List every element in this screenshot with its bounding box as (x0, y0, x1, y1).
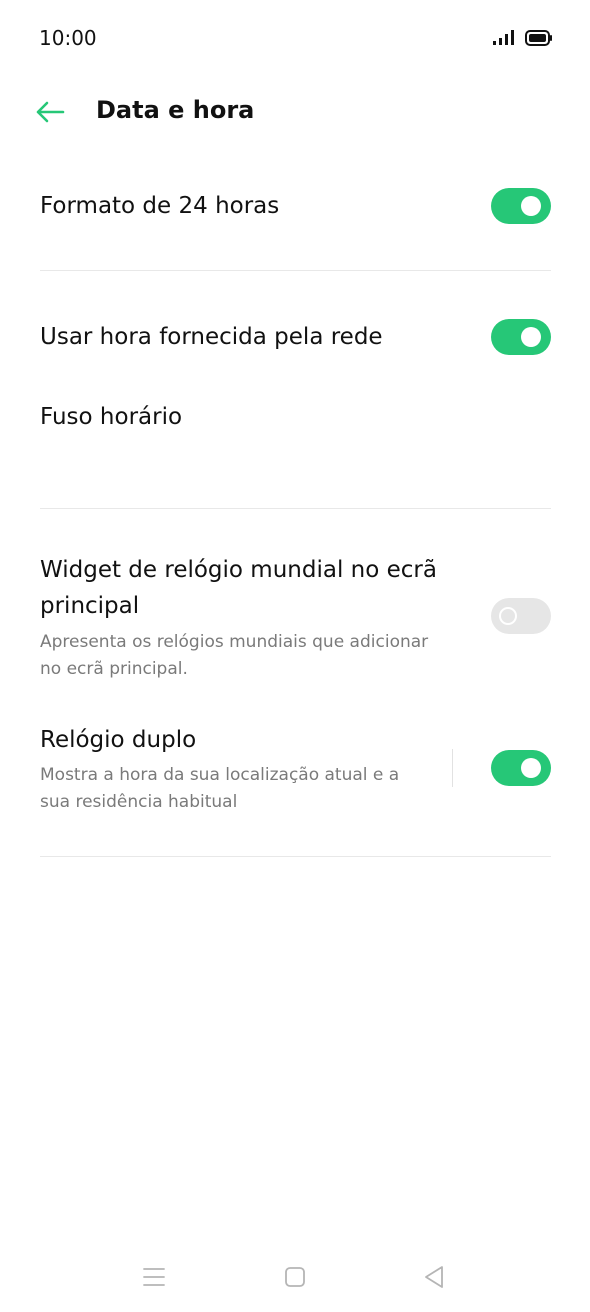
toggle-network-time[interactable] (491, 319, 551, 355)
page-title: Data e hora (96, 96, 255, 124)
toggle-knob (499, 607, 517, 625)
toggle-knob (521, 196, 541, 216)
toggle-knob (521, 327, 541, 347)
back-triangle-icon (425, 1266, 443, 1288)
setting-desc-dual-clock-line2: sua residência habitual (40, 792, 238, 812)
setting-desc-world-clock-widget-line2: no ecrã principal. (40, 659, 188, 679)
setting-label-24h-format: Formato de 24 horas (40, 193, 280, 219)
setting-desc-world-clock-widget-line1: Apresenta os relógios mundiais que adici… (40, 632, 429, 652)
home-button[interactable] (275, 1262, 315, 1292)
divider (40, 508, 551, 509)
back-nav-button[interactable] (414, 1262, 454, 1292)
setting-label-timezone: Fuso horário (40, 404, 183, 430)
back-button[interactable] (30, 94, 70, 130)
home-icon (285, 1267, 305, 1287)
setting-label-world-clock-widget-line2: principal (40, 593, 140, 619)
toggle-dual-clock[interactable] (491, 750, 551, 786)
navigation-bar (0, 1240, 590, 1312)
setting-label-dual-clock: Relógio duplo (40, 727, 197, 753)
toggle-world-clock-widget[interactable] (491, 598, 551, 634)
setting-label-world-clock-widget-line1: Widget de relógio mundial no ecrã (40, 557, 437, 583)
divider (40, 856, 551, 857)
battery-icon (525, 30, 552, 46)
setting-label-network-time: Usar hora fornecida pela rede (40, 324, 383, 350)
toggle-knob (521, 758, 541, 778)
recent-apps-button[interactable] (134, 1262, 174, 1292)
menu-icon (143, 1268, 165, 1286)
app-header: Data e hora (0, 78, 590, 148)
status-time: 10:00 (39, 26, 97, 50)
vertical-divider (452, 749, 453, 787)
setting-desc-dual-clock-line1: Mostra a hora da sua localização atual e… (40, 765, 400, 785)
divider (40, 270, 551, 271)
signal-icon (493, 30, 514, 45)
toggle-24h-format[interactable] (491, 188, 551, 224)
status-bar: 10:00 (0, 0, 590, 78)
arrow-left-icon (36, 101, 65, 123)
